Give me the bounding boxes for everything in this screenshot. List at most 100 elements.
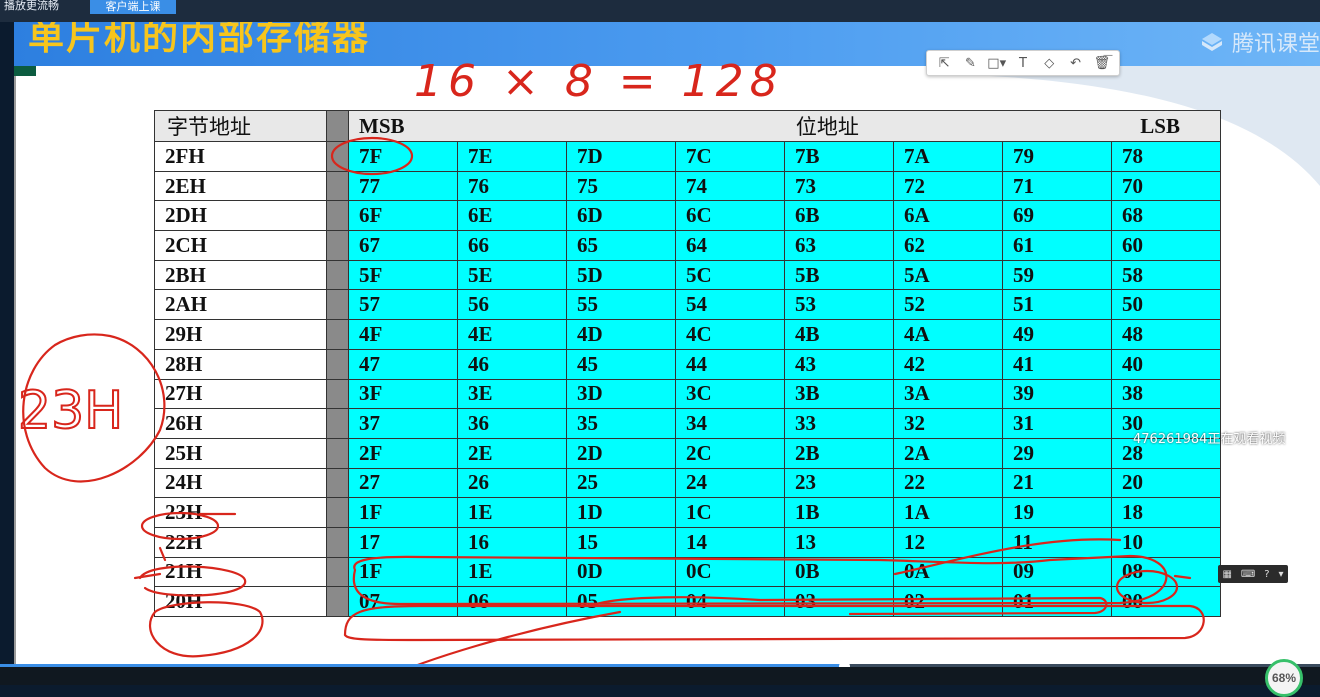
bit-address-cell: 2B [784,437,894,469]
table-row: 26H 37 36 35 34 33 32 31 30 [154,408,1221,439]
header-lsb: LSB [1140,113,1180,138]
handwritten-formula: 16 × 8 = 128 [414,56,784,107]
bit-address-cell: 0B [784,556,894,588]
bit-address-cell: 19 [1002,497,1112,528]
bit-address-cell: 56 [457,289,567,321]
bit-address-cell: 4C [675,319,785,350]
bit-address-cell: 57 [348,289,458,321]
bit-address-cell: 59 [1002,259,1112,291]
bit-address-cell: 2D [566,437,676,469]
table-row: 2DH 6F 6E 6D 6C 6B 6A 69 68 [154,200,1221,232]
bit-address-cell: 07 [348,586,458,617]
pen-icon[interactable]: ✎ [961,54,979,72]
bit-address-cell: 7A [893,141,1003,172]
bit-address-cell: 68 [1111,200,1221,232]
byte-address-cell: 2DH [154,200,327,232]
row-divider [326,141,349,172]
left-divider [14,76,16,667]
bit-address-cell: 55 [566,289,676,321]
bit-address-cell: 3B [784,378,894,410]
bit-address-cell: 4D [566,319,676,350]
bit-address-cell: 47 [348,348,458,380]
table-row: 2FH 7F 7E 7D 7C 7B 7A 79 78 [154,141,1221,172]
header-byte-address: 字节地址 [154,110,327,142]
tab-smooth-playback[interactable]: 播放更流畅 [0,0,63,12]
bit-address-cell: 27 [348,467,458,499]
bit-address-cell: 5A [893,259,1003,291]
table-row: 2BH 5F 5E 5D 5C 5B 5A 59 58 [154,259,1221,291]
bit-address-cell: 2E [457,437,567,469]
byte-address-cell: 2AH [154,289,327,321]
text-icon[interactable]: T [1014,54,1032,72]
bit-address-cell: 6A [893,200,1003,232]
byte-address-cell: 27H [154,378,327,410]
bit-address-cell: 3A [893,378,1003,410]
help-icon[interactable]: ? [1264,569,1269,580]
bit-address-cell: 5C [675,259,785,291]
bit-address-cell: 46 [457,348,567,380]
bit-address-cell: 67 [348,230,458,261]
minimize-icon[interactable]: — [1103,50,1113,61]
bit-address-cell: 5D [566,259,676,291]
bit-address-cell: 26 [457,467,567,499]
bit-address-cell: 15 [566,526,676,558]
table-header-row: 字节地址 MSB 位地址 LSB [154,110,1221,142]
row-divider [326,437,349,469]
brand-name: 腾讯课堂 [1231,32,1320,57]
bit-address-cell: 6D [566,200,676,232]
bit-address-cell: 78 [1111,141,1221,172]
dropdown-icon[interactable]: ▾ [1278,569,1283,580]
bit-address-cell: 01 [1002,586,1112,617]
bit-address-cell: 1D [566,497,676,528]
bit-address-cell: 17 [348,526,458,558]
bit-address-cell: 0D [566,556,676,588]
bit-address-cell: 24 [675,467,785,499]
bit-address-cell: 3D [566,378,676,410]
bit-address-cell: 49 [1002,319,1112,350]
bit-address-cell: 44 [675,348,785,380]
bit-address-cell: 14 [675,526,785,558]
row-divider [326,408,349,439]
bit-address-cell: 4A [893,319,1003,350]
bit-address-cell: 25 [566,467,676,499]
row-divider [326,319,349,350]
row-divider [326,259,349,291]
bit-address-cell: 50 [1111,289,1221,321]
byte-address-cell: 26H [154,408,327,439]
bit-address-cell: 7B [784,141,894,172]
select-icon[interactable]: ⇱ [935,54,953,72]
bit-address-cell: 4F [348,319,458,350]
bit-address-cell: 10 [1111,526,1221,558]
byte-address-cell: 28H [154,348,327,380]
row-divider [326,556,349,588]
bit-address-cell: 73 [784,170,894,202]
bit-address-cell: 18 [1111,497,1221,528]
slide-stage: 单片机的内部存储器 腾讯课堂 ⇱ ✎ □▾ T ◇ ↶ 🗑 — 16 × 8 = 128 字节… [14,22,1320,667]
grid-icon[interactable]: ▦ [1222,569,1231,580]
keyboard-icon[interactable]: ⌨ [1241,569,1255,580]
bit-address-cell: 4B [784,319,894,350]
bit-address-cell: 5B [784,259,894,291]
tencent-classroom-logo-icon [1201,33,1222,51]
bit-address-cell: 06 [457,586,567,617]
bit-address-cell: 1F [348,497,458,528]
bit-address-cell: 60 [1111,230,1221,261]
tab-client-class[interactable]: 客户端上课 [90,0,176,14]
bit-address-cell: 32 [893,408,1003,439]
bit-address-cell: 1E [457,497,567,528]
zoom-indicator[interactable]: 68% [1265,659,1303,697]
bit-address-table: 字节地址 MSB 位地址 LSB 2FH 7F 7E 7D 7C 7B 7A 79 78 2EH 7… [154,110,1221,617]
byte-address-cell: 2FH [154,141,327,172]
eraser-icon[interactable]: ◇ [1040,54,1058,72]
rect-icon[interactable]: □▾ [987,54,1006,72]
bit-address-cell: 58 [1111,259,1221,291]
bit-address-cell: 0C [675,556,785,588]
bit-address-cell: 48 [1111,319,1221,350]
header-msb: MSB [359,113,405,138]
bit-address-cell: 5F [348,259,458,291]
brand-label: 腾讯课堂 [1200,26,1320,58]
undo-icon[interactable]: ↶ [1067,54,1085,72]
header-bit-title: 位地址 [795,115,859,139]
bit-address-cell: 3E [457,378,567,410]
bit-address-cell: 1A [893,497,1003,528]
